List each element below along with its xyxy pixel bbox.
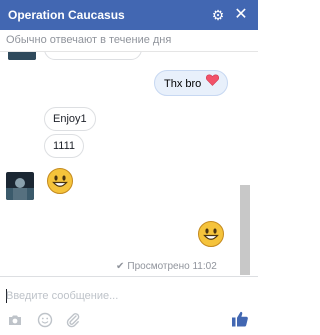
chat-header[interactable]: Operation Caucasus ⚙ ✕	[0, 0, 258, 30]
emoji-icon[interactable]	[37, 312, 53, 328]
attach-icon[interactable]	[65, 312, 81, 328]
avatar[interactable]	[8, 52, 36, 60]
close-icon[interactable]: ✕	[232, 5, 250, 25]
avatar[interactable]	[6, 172, 34, 200]
read-receipt: ✔ Просмотрено 11:02	[116, 261, 217, 272]
gear-icon[interactable]: ⚙	[209, 5, 227, 25]
smile-emoji-icon[interactable]	[46, 167, 74, 195]
chat-window: Operation Caucasus ⚙ ✕ Обычно отвечают в…	[0, 0, 258, 335]
chat-title[interactable]: Operation Caucasus	[8, 8, 125, 22]
response-status-text: Обычно отвечают в течение дня	[6, 34, 172, 46]
message-bubble	[44, 52, 142, 60]
message-text: Enjoy1	[53, 113, 87, 125]
check-icon: ✔	[116, 261, 125, 272]
message-text: Thx bro	[164, 78, 202, 90]
incoming-message[interactable]: 1111	[44, 134, 85, 158]
camera-icon[interactable]	[7, 312, 23, 328]
read-receipt-text: Просмотрено 11:02	[127, 261, 217, 272]
message-text: 1111	[53, 140, 76, 152]
outgoing-message[interactable]: Thx bro	[154, 70, 229, 96]
thumbs-up-icon[interactable]	[231, 310, 249, 328]
message-input[interactable]: Введите сообщение...	[6, 290, 118, 302]
incoming-message[interactable]: Enjoy1	[44, 107, 96, 131]
message-list[interactable]: Thx bro Enjoy1 1111 ✔ Просмотрено 11:02	[0, 52, 258, 276]
message-composer: Введите сообщение...	[0, 276, 258, 335]
heart-icon	[206, 70, 220, 96]
smile-emoji-icon[interactable]	[197, 220, 225, 248]
response-status: Обычно отвечают в течение дня	[0, 30, 258, 52]
scrollbar[interactable]	[240, 185, 250, 275]
